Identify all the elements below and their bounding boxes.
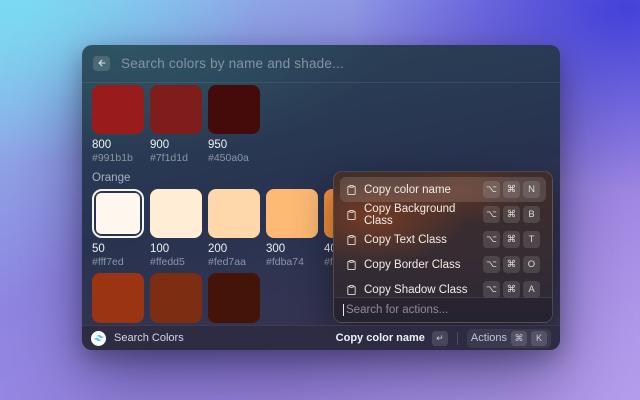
footer-actions: Copy color name ↵ Actions ⌘ K (336, 329, 551, 348)
actions-search-placeholder: Search for actions... (346, 304, 448, 316)
shade-label: 300 (266, 243, 318, 255)
swatch-red-900[interactable]: 900 #7f1d1d (150, 85, 202, 164)
command-key: ⌘ (503, 231, 520, 248)
command-key: ⌘ (503, 181, 520, 198)
hex-label: #fff7ed (92, 257, 144, 268)
search-bar: Search colors by name and shade... (82, 45, 560, 83)
color-swatch[interactable] (150, 189, 202, 238)
primary-action-label[interactable]: Copy color name (336, 332, 425, 344)
actions-button[interactable]: Actions ⌘ K (467, 329, 551, 348)
hex-label: #fed7aa (208, 257, 260, 268)
color-swatch[interactable] (208, 273, 260, 323)
swatch-orange-100[interactable]: 100 #ffedd5 (150, 189, 202, 268)
color-swatch[interactable] (266, 189, 318, 238)
clipboard-icon (346, 259, 357, 271)
search-input[interactable]: Search colors by name and shade... (121, 56, 344, 71)
hex-label: #450a0a (208, 153, 260, 164)
shortcut-keys: ⌥ ⌘ B (483, 206, 540, 223)
clipboard-icon (346, 234, 357, 246)
search-colors-window: Search colors by name and shade... 800 #… (82, 45, 560, 350)
desktop-background: Search colors by name and shade... 800 #… (0, 0, 640, 400)
footer-bar: Search Colors Copy color name ↵ Actions … (82, 325, 560, 350)
menu-item-copy-border-class[interactable]: Copy Border Class ⌥ ⌘ O (340, 252, 546, 277)
text-cursor (343, 304, 344, 316)
command-key: ⌘ (511, 331, 527, 346)
color-swatch[interactable] (92, 85, 144, 134)
color-swatch[interactable] (92, 273, 144, 323)
color-swatch[interactable] (150, 85, 202, 134)
letter-key: T (523, 231, 540, 248)
k-key: K (531, 331, 547, 346)
color-swatch[interactable] (150, 273, 202, 323)
red-swatch-row: 800 #991b1b 900 #7f1d1d 950 #450a0a (92, 85, 550, 164)
swatch-orange-200[interactable]: 200 #fed7aa (208, 189, 260, 268)
shortcut-keys: ⌥ ⌘ A (483, 281, 540, 298)
swatch-red-800[interactable]: 800 #991b1b (92, 85, 144, 164)
option-key: ⌥ (483, 281, 500, 298)
menu-item-label: Copy Shadow Class (364, 284, 468, 296)
letter-key: O (523, 256, 540, 273)
option-key: ⌥ (483, 206, 500, 223)
option-key: ⌥ (483, 231, 500, 248)
clipboard-icon (346, 184, 357, 196)
letter-key: B (523, 206, 540, 223)
clipboard-icon (346, 284, 357, 296)
swatch-orange-800[interactable] (92, 273, 144, 323)
hex-label: #7f1d1d (150, 153, 202, 164)
menu-item-copy-text-class[interactable]: Copy Text Class ⌥ ⌘ T (340, 227, 546, 252)
shortcut-keys: ⌥ ⌘ T (483, 231, 540, 248)
swatch-orange-900[interactable] (150, 273, 202, 323)
clipboard-icon (346, 209, 357, 221)
hex-label: #991b1b (92, 153, 144, 164)
menu-item-label: Copy color name (364, 184, 451, 196)
option-key: ⌥ (483, 256, 500, 273)
actions-search-input[interactable]: Search for actions... (334, 297, 552, 322)
shade-label: 100 (150, 243, 202, 255)
letter-key: N (523, 181, 540, 198)
shortcut-keys: ⌥ ⌘ N (483, 181, 540, 198)
menu-item-label: Copy Background Class (364, 203, 476, 227)
color-swatch[interactable] (208, 85, 260, 134)
back-button[interactable] (93, 56, 110, 71)
hex-label: #ffedd5 (150, 257, 202, 268)
actions-menu-list: Copy color name ⌥ ⌘ N Copy Background Cl… (334, 172, 552, 302)
command-key: ⌘ (503, 206, 520, 223)
color-swatch[interactable] (208, 189, 260, 238)
letter-key: A (523, 281, 540, 298)
swatch-red-950[interactable]: 950 #450a0a (208, 85, 260, 164)
tailwind-logo-icon (91, 331, 106, 346)
arrow-left-icon (97, 55, 107, 73)
app-name: Search Colors (114, 332, 184, 344)
actions-menu: Copy color name ⌥ ⌘ N Copy Background Cl… (333, 171, 553, 323)
return-key-icon: ↵ (432, 331, 448, 346)
command-key: ⌘ (503, 256, 520, 273)
menu-item-label: Copy Text Class (364, 234, 447, 246)
option-key: ⌥ (483, 181, 500, 198)
menu-item-label: Copy Border Class (364, 259, 461, 271)
hex-label: #fdba74 (266, 257, 318, 268)
swatch-orange-50-selected[interactable]: 50 #fff7ed (92, 189, 144, 268)
footer-divider (457, 332, 458, 345)
command-key: ⌘ (503, 281, 520, 298)
shade-label: 800 (92, 139, 144, 151)
color-swatch (96, 193, 140, 234)
shade-label: 200 (208, 243, 260, 255)
actions-label: Actions (471, 332, 507, 344)
shade-label: 950 (208, 139, 260, 151)
menu-item-copy-background-class[interactable]: Copy Background Class ⌥ ⌘ B (340, 202, 546, 227)
selection-ring[interactable] (92, 189, 144, 238)
swatch-orange-950[interactable] (208, 273, 260, 323)
shortcut-keys: ⌥ ⌘ O (483, 256, 540, 273)
swatch-orange-300[interactable]: 300 #fdba74 (266, 189, 318, 268)
menu-item-copy-color-name[interactable]: Copy color name ⌥ ⌘ N (340, 177, 546, 202)
shade-label: 50 (92, 243, 144, 255)
shade-label: 900 (150, 139, 202, 151)
